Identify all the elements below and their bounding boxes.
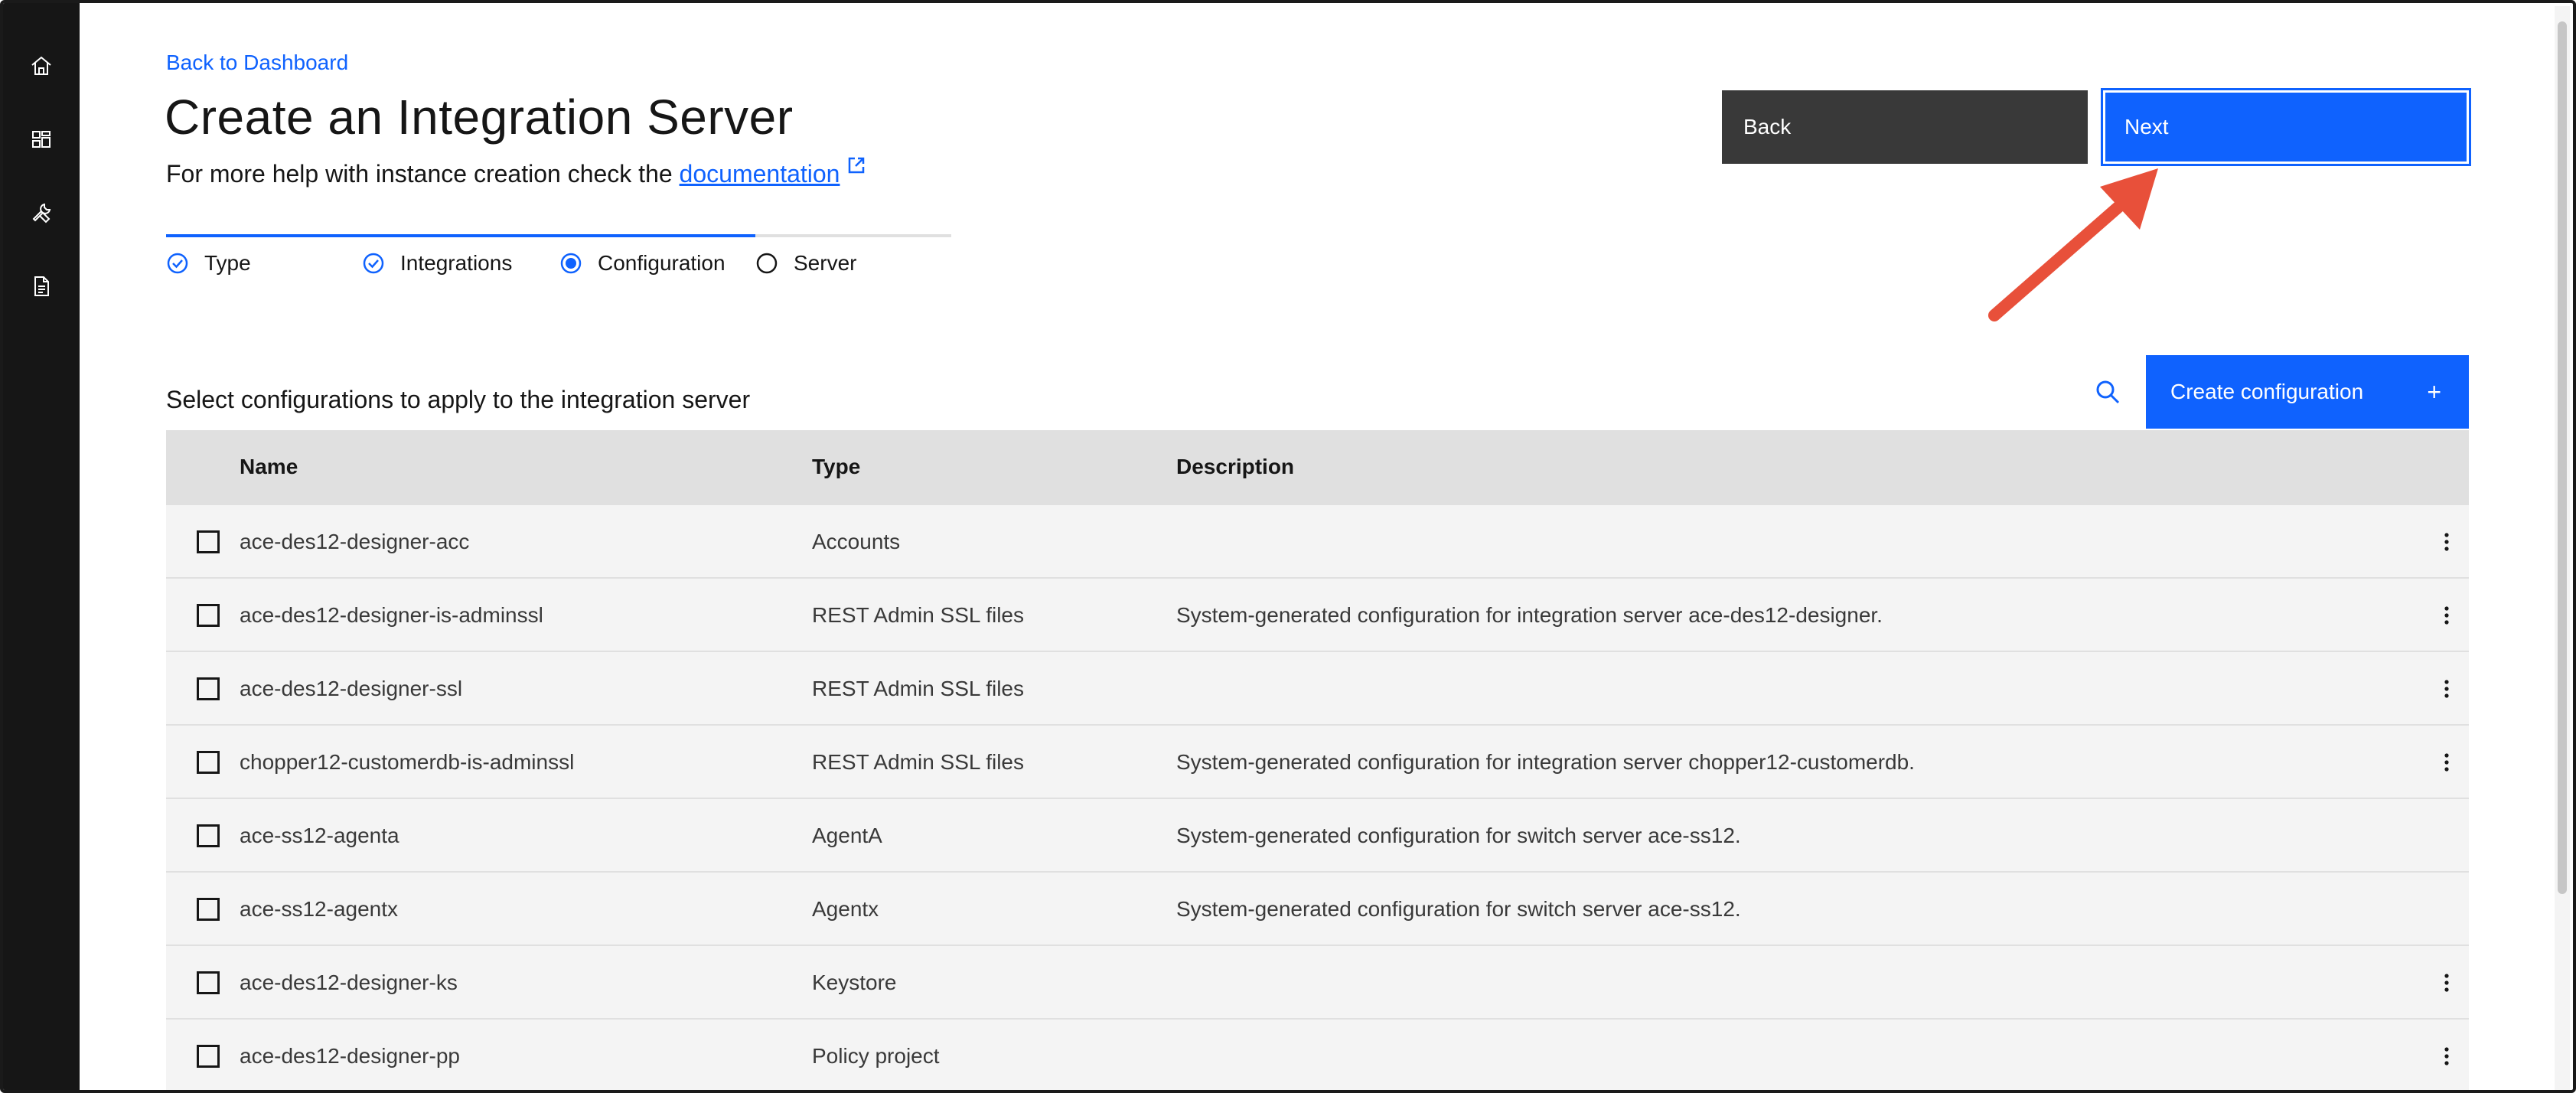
cell-type: Accounts — [812, 530, 901, 553]
row-checkbox[interactable] — [197, 751, 220, 774]
step-label: Server — [794, 251, 857, 275]
step-server[interactable]: Server — [755, 251, 856, 276]
configurations-table: Name Type Description ace-des12-designer… — [166, 430, 2469, 1090]
row-checkbox[interactable] — [197, 604, 220, 627]
table-body: ace-des12-designer-acc Accounts ace-des12-… — [166, 504, 2469, 1090]
tools-icon[interactable] — [3, 176, 80, 250]
search-button[interactable] — [2071, 355, 2144, 429]
cell-name: chopper12-customerdb-is-adminssl — [240, 750, 575, 774]
home-icon[interactable] — [3, 29, 80, 103]
next-button[interactable]: Next — [2101, 88, 2471, 166]
row-checkbox[interactable] — [197, 530, 220, 553]
cell-name: ace-des12-designer-is-adminssl — [240, 603, 543, 627]
search-icon — [2096, 380, 2120, 404]
cell-name: ace-des12-designer-pp — [240, 1044, 460, 1068]
cell-type: REST Admin SSL files — [812, 677, 1025, 700]
overflow-menu-icon[interactable] — [2431, 600, 2462, 631]
cell-type: Agentx — [812, 897, 879, 921]
help-text-prefix: For more help with instance creation che… — [166, 160, 673, 188]
row-checkbox[interactable] — [197, 824, 220, 847]
step-label: Integrations — [400, 251, 513, 275]
cell-type: REST Admin SSL files — [812, 750, 1025, 774]
column-header-type[interactable]: Type — [812, 455, 860, 479]
scrollbar-thumb[interactable] — [2558, 21, 2567, 894]
checkmark-outline-icon — [363, 253, 384, 274]
column-header-description[interactable]: Description — [1176, 455, 1294, 479]
row-checkbox[interactable] — [197, 971, 220, 994]
cell-type: Keystore — [812, 971, 897, 994]
overflow-menu-icon[interactable] — [2431, 967, 2462, 998]
app-window: Back to Dashboard Create an Integration … — [0, 0, 2576, 1093]
checkmark-outline-icon — [167, 253, 188, 274]
incomplete-step-icon — [756, 253, 778, 274]
table-row[interactable]: ace-des12-designer-acc Accounts — [166, 504, 2469, 577]
documentation-link-label: documentation — [679, 160, 840, 188]
create-configuration-label: Create configuration — [2170, 380, 2364, 403]
side-nav-rail — [3, 3, 80, 1090]
table-row[interactable]: chopper12-customerdb-is-adminssl REST Adm… — [166, 724, 2469, 798]
cell-description: System-generated configuration for integ… — [1176, 603, 1883, 627]
cell-name: ace-des12-designer-ks — [240, 971, 458, 994]
table-row[interactable]: ace-des12-designer-is-adminssl REST Admin… — [166, 577, 2469, 651]
cell-description: System-generated configuration for switc… — [1176, 897, 1741, 921]
table-header: Name Type Description — [166, 430, 2469, 504]
row-checkbox[interactable] — [197, 1045, 220, 1068]
section-label: Select configurations to apply to the in… — [166, 386, 751, 413]
overflow-menu-icon[interactable] — [2431, 1041, 2462, 1072]
cell-name: ace-des12-designer-acc — [240, 530, 470, 553]
step-label: Type — [204, 251, 251, 275]
cell-type: REST Admin SSL files — [812, 603, 1025, 627]
cell-description: System-generated configuration for switc… — [1176, 824, 1741, 847]
table-row[interactable]: ace-des12-designer-ssl REST Admin SSL fil… — [166, 651, 2469, 724]
back-to-dashboard-link[interactable]: Back to Dashboard — [166, 51, 348, 75]
step-configuration[interactable]: Configuration — [559, 251, 726, 276]
overflow-menu-icon[interactable] — [2431, 747, 2462, 778]
step-label: Configuration — [598, 251, 726, 275]
overflow-menu-icon[interactable] — [2431, 674, 2462, 704]
annotation-arrow — [1988, 168, 2158, 321]
cell-type: AgentA — [812, 824, 882, 847]
step-integrations[interactable]: Integrations — [362, 251, 512, 276]
document-icon[interactable] — [3, 250, 80, 323]
row-checkbox[interactable] — [197, 898, 220, 921]
progress-indicator: Type Integrations Configuration Server — [166, 234, 951, 280]
cell-name: ace-des12-designer-ssl — [240, 677, 463, 700]
cell-name: ace-ss12-agenta — [240, 824, 399, 847]
column-header-name[interactable]: Name — [240, 455, 298, 479]
page-scrollbar[interactable] — [2555, 6, 2570, 1090]
back-button[interactable]: Back — [1722, 90, 2088, 164]
documentation-link[interactable]: documentation — [679, 157, 868, 188]
cell-description: System-generated configuration for integ… — [1176, 750, 1915, 774]
dashboard-icon[interactable] — [3, 103, 80, 176]
cell-type: Policy project — [812, 1044, 940, 1068]
table-row[interactable]: ace-ss12-agenta AgentA System-generated co… — [166, 798, 2469, 871]
current-step-icon — [560, 253, 582, 274]
row-checkbox[interactable] — [197, 677, 220, 700]
table-row[interactable]: ace-des12-designer-ks Keystore — [166, 945, 2469, 1018]
external-link-icon — [849, 157, 865, 174]
overflow-menu-icon[interactable] — [2431, 527, 2462, 557]
create-configuration-button[interactable]: Create configuration + — [2146, 355, 2469, 429]
step-type[interactable]: Type — [166, 251, 251, 276]
table-row[interactable]: ace-des12-designer-pp Policy project — [166, 1018, 2469, 1090]
plus-icon: + — [2427, 377, 2441, 406]
help-text: For more help with instance creation che… — [166, 155, 867, 188]
cell-name: ace-ss12-agentx — [240, 897, 399, 921]
progress-fill — [166, 234, 755, 237]
page-title: Create an Integration Server — [165, 90, 794, 145]
table-row[interactable]: ace-ss12-agentx Agentx System-generated co… — [166, 871, 2469, 945]
